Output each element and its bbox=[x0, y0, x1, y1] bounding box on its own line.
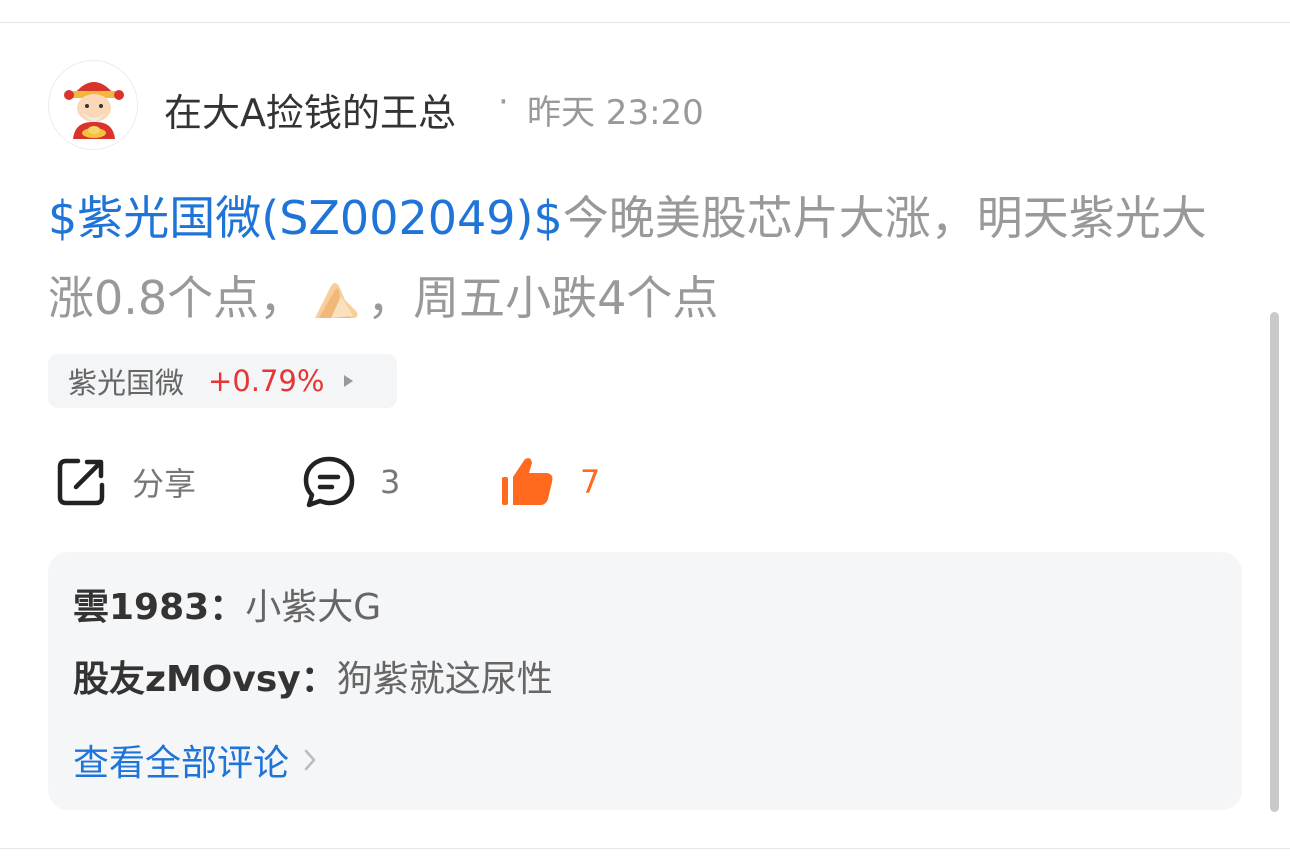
stock-chip-change: +0.79% bbox=[208, 364, 325, 398]
comments-preview: 雲1983：小紫大G 股友zMOvsy：狗紫就这尿性 查看全部评论 bbox=[48, 552, 1242, 810]
post-time: 昨天 23:20 bbox=[527, 93, 704, 133]
share-button[interactable]: 分享 bbox=[54, 452, 196, 512]
stock-quote-chip[interactable]: 紫光国微 +0.79% bbox=[48, 354, 397, 408]
bottom-divider bbox=[0, 848, 1290, 849]
view-all-comments-label: 查看全部评论 bbox=[73, 743, 290, 784]
comment-item[interactable]: 雲1983：小紫大G bbox=[73, 584, 381, 632]
commenter-name[interactable]: 雲1983： bbox=[73, 587, 245, 628]
like-button[interactable]: 7 bbox=[500, 452, 600, 512]
comment-count: 3 bbox=[380, 463, 401, 501]
like-count: 7 bbox=[580, 463, 601, 501]
view-all-comments-link[interactable]: 查看全部评论 bbox=[73, 734, 317, 786]
chevron-right-icon bbox=[304, 749, 316, 771]
palms-together-emoji-icon bbox=[311, 266, 361, 346]
stock-chip-name: 紫光国微 bbox=[68, 366, 185, 400]
author-avatar[interactable] bbox=[48, 60, 138, 150]
comment-bubble-icon bbox=[303, 456, 355, 508]
post-text-part2: ，周五小跌4个点 bbox=[367, 271, 719, 325]
author-name[interactable]: 在大A捡钱的王总 bbox=[164, 82, 456, 137]
post-content: $紫光国微(SZ002049)$今晚美股芯片大涨，明天紫光大涨0.8个点， ，周五… bbox=[48, 178, 1228, 346]
fortune-god-avatar-icon bbox=[50, 62, 137, 149]
comment-item[interactable]: 股友zMOvsy：狗紫就这尿性 bbox=[73, 656, 553, 704]
commenter-name[interactable]: 股友zMOvsy： bbox=[73, 659, 337, 700]
vertical-scrollbar[interactable] bbox=[1270, 312, 1279, 812]
meta-separator: · bbox=[498, 82, 509, 122]
comment-text: 小紫大G bbox=[245, 587, 382, 628]
comment-text: 狗紫就这尿性 bbox=[336, 659, 553, 700]
stock-tag-link[interactable]: $紫光国微(SZ002049)$ bbox=[48, 191, 563, 245]
play-arrow-icon bbox=[344, 375, 354, 387]
share-icon bbox=[57, 458, 105, 506]
comment-button[interactable]: 3 bbox=[302, 452, 400, 512]
thumbs-up-icon bbox=[502, 458, 553, 505]
share-label: 分享 bbox=[132, 465, 197, 503]
top-divider bbox=[0, 22, 1290, 23]
post-card: 在大A捡钱的王总 · 昨天 23:20 $紫光国微(SZ002049)$今晚美股… bbox=[0, 0, 1290, 867]
